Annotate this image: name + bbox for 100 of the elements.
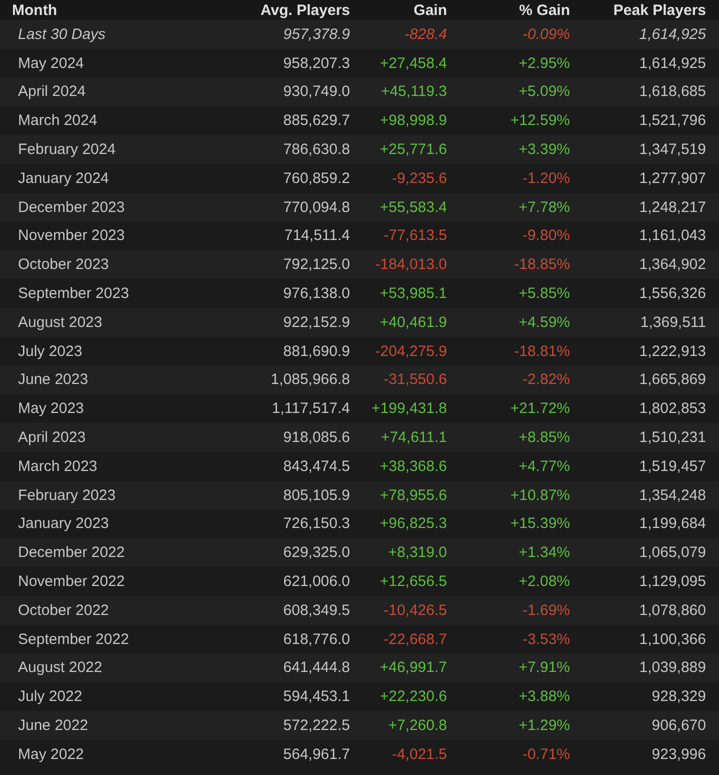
table-cell-text: 714,511.4: [283, 227, 350, 244]
table-cell-text: +4.77%: [518, 458, 570, 475]
table-cell-text: July 2023: [17, 342, 84, 360]
table-cell-text: +55,583.4: [378, 198, 447, 216]
table-cell-text: 1,354,248: [638, 486, 706, 504]
table-cell-text: 1,802,853: [638, 400, 706, 418]
table-cell-text: 881,690.9: [282, 342, 350, 360]
table-cell-text: 1,199,684: [638, 515, 706, 532]
table-cell-text: August 2022: [17, 659, 104, 676]
table-cell-text: +3.39%: [518, 141, 570, 158]
table-cell-text: 1,665,869: [638, 371, 706, 388]
table-cell-text: 843,474.5: [282, 458, 350, 475]
table-cell-text: +199,431.8: [370, 400, 447, 418]
table-cell-text: +5.09%: [518, 83, 570, 100]
table-cell-text: -2.82%: [521, 371, 570, 388]
table-cell-text: 1,519,457: [638, 458, 706, 475]
table-cell-text: 726,150.3: [282, 515, 350, 532]
table-cell-text: -1.20%: [521, 170, 570, 187]
table-cell-text: 641,444.8: [282, 659, 350, 676]
table-cell-text: +96,825.3: [378, 515, 447, 532]
table-cell-text: December 2022: [17, 544, 126, 562]
table-cell-text: +7.91%: [518, 659, 570, 676]
table-cell-text: +15.39%: [509, 515, 570, 532]
table-cell-text: 930,749.0: [282, 83, 350, 100]
table-cell-text: August 2023: [17, 314, 104, 331]
table-cell-text: -22,668.7: [382, 630, 447, 648]
table-cell-text: +46,991.7: [378, 659, 447, 676]
table-cell-text: -9.80%: [521, 227, 570, 244]
table-cell-text: +12.59%: [509, 112, 570, 130]
table-cell-text: 1,085,966.8: [270, 371, 350, 388]
table-cell-text: February 2024: [17, 141, 117, 158]
table-cell-text: -0.09%: [521, 26, 570, 43]
table-cell-text: -18.85%: [513, 256, 570, 274]
table-cell-text: 1,347,519: [638, 141, 706, 158]
table-cell-text: +38,368.6: [378, 458, 447, 475]
table-cell-text: 1,556,326: [638, 285, 706, 302]
table-cell-text: +40,461.9: [378, 314, 447, 331]
table-cell-text: 1,248,217: [638, 198, 706, 216]
table-cell-text: -1.69%: [521, 602, 570, 619]
table-cell-text: May 2023: [17, 400, 85, 418]
table-cell-text: 564,961.7: [282, 746, 350, 763]
column-header[interactable]: Gain: [350, 2, 447, 18]
table-cell-text: -77,613.5: [382, 227, 447, 244]
table-cell-text: 1,222,913: [638, 342, 706, 360]
table-cell-text: 1,369,511: [639, 314, 706, 331]
table-cell-text: -184,013.0: [374, 256, 447, 274]
table-cell-text: -9,235.6: [390, 170, 447, 187]
table-cell-text: +1.29%: [518, 717, 570, 734]
table-cell-text: +12,656.5: [378, 573, 447, 590]
table-cell-text: 923,996: [650, 746, 706, 763]
table-cell-text: +7,260.8: [387, 717, 447, 734]
table-cell-text: +8,319.0: [387, 544, 447, 562]
table-cell-text: -828.4: [403, 26, 447, 43]
table-cell-text: 770,094.8: [282, 198, 350, 216]
table-cell-text: +8.85%: [518, 429, 570, 446]
table-cell-text: 1,129,095: [638, 573, 706, 590]
table-cell-text: 1,100,366: [638, 630, 706, 648]
table-cell-text: -3.53%: [521, 630, 570, 648]
table-cell-text: +21.72%: [509, 400, 570, 418]
table-cell-text: 918,085.6: [282, 429, 350, 446]
table-cell-text: +78,955.6: [378, 486, 447, 504]
table-cell-text: -18.81%: [513, 342, 570, 360]
table-cell-text: 1,117,517.4: [270, 400, 350, 418]
table-cell-text: 906,670: [650, 717, 706, 734]
table-cell-text: 928,329: [650, 688, 706, 706]
table-cell-text: 1,618,685: [638, 83, 706, 100]
table-cell-text: +3.88%: [518, 688, 570, 706]
table-cell-text: 1,364,902: [638, 256, 706, 274]
table-cell-text: 618,776.0: [282, 630, 350, 648]
table-cell-text: 1,614,925: [638, 26, 706, 43]
table-cell-text: +53,985.1: [378, 285, 447, 302]
table-cell-text: 1,277,907: [638, 170, 706, 187]
table-cell-text: 957,378.9: [282, 26, 350, 43]
table-cell-text: September 2022: [17, 630, 130, 648]
table-cell-text: May 2022: [17, 746, 85, 763]
table-cell-text: September 2023: [17, 285, 130, 302]
table-cell-text: -0.71%: [521, 746, 570, 763]
table-cell-text: 1,065,079: [638, 544, 706, 562]
table-cell-text: +1.34%: [518, 544, 570, 562]
column-header[interactable]: Month: [0, 2, 200, 18]
table-cell-text: July 2022: [17, 688, 84, 706]
table-cell-text: +74,611.1: [380, 429, 447, 446]
table-cell-text: +2.08%: [518, 573, 570, 590]
table-cell-text: 1,078,860: [638, 602, 706, 619]
table-cell-text: 885,629.7: [282, 112, 350, 130]
table-cell-text: 629,325.0: [282, 544, 350, 562]
table-cell-text: April 2024: [17, 83, 87, 100]
column-header[interactable]: Avg. Players: [200, 2, 350, 18]
table-cell-text: June 2023: [17, 371, 90, 388]
table-cell-text: January 2024: [17, 170, 110, 187]
column-header[interactable]: Peak Players: [570, 2, 706, 18]
table-cell-text: 1,039,889: [638, 659, 706, 676]
table-cell-text: November 2023: [17, 227, 126, 244]
table-cell-text: December 2023: [17, 198, 126, 216]
table-cell-text: April 2023: [17, 429, 87, 446]
column-header[interactable]: % Gain: [447, 2, 570, 18]
table-cell-text: October 2023: [17, 256, 110, 274]
table-cell-text: -204,275.9: [374, 342, 447, 360]
table-cell-text: +25,771.6: [378, 141, 447, 158]
table-cell-text: February 2023: [17, 486, 117, 504]
